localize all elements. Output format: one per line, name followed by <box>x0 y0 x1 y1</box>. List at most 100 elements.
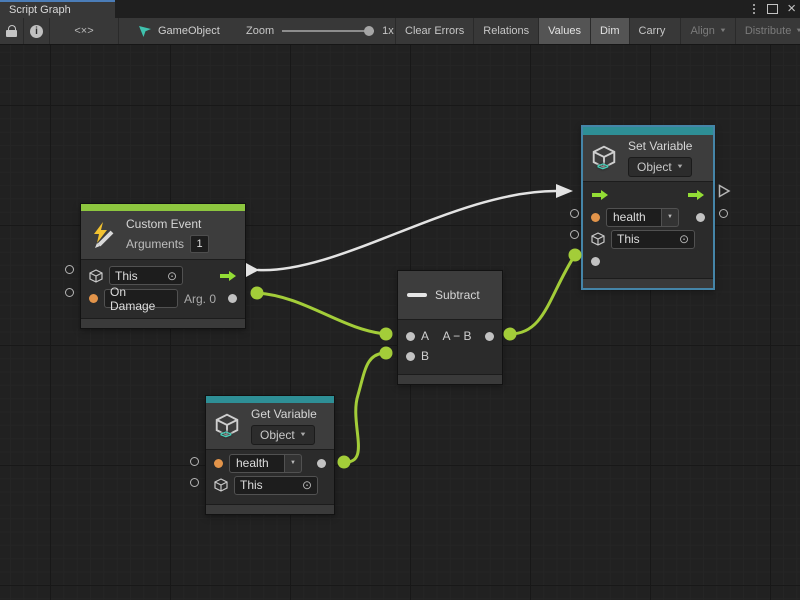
node-accent-bar <box>583 127 713 135</box>
wire-endpoint[interactable] <box>569 249 582 262</box>
wire-arg0-subtract-a[interactable] <box>257 293 386 334</box>
node-title: Subtract <box>435 288 480 303</box>
node-footer <box>398 374 502 384</box>
port-ring[interactable] <box>65 288 74 297</box>
info-button[interactable]: i <box>24 18 50 44</box>
node-subtract[interactable]: Subtract A A − B B <box>397 270 503 385</box>
output-port[interactable] <box>485 332 494 341</box>
target-field[interactable]: This ⊙ <box>109 266 183 285</box>
port-ring[interactable] <box>570 230 579 239</box>
wire-subtract-setvariable[interactable] <box>510 255 575 334</box>
value-output-port[interactable] <box>696 213 705 222</box>
variable-icon: <> <box>592 145 620 171</box>
chevron-down-icon: ▼ <box>299 432 307 438</box>
arguments-label: Arguments <box>126 237 184 251</box>
port-ring[interactable] <box>719 209 728 218</box>
graph-icon <box>138 25 152 38</box>
variable-name-port[interactable] <box>591 213 600 222</box>
object-picker-icon[interactable]: ⊙ <box>302 478 312 492</box>
variable-name-port[interactable] <box>214 459 223 468</box>
tab-bar: Script Graph × <box>0 0 800 18</box>
variable-name-select[interactable]: health ▼ <box>606 208 679 227</box>
wire-arrowhead <box>556 184 573 198</box>
wire-start-triangle[interactable] <box>246 263 259 277</box>
variable-name-select[interactable]: health ▼ <box>229 454 302 473</box>
zoom-control: Zoom 1x <box>246 18 394 44</box>
port-ring[interactable] <box>190 478 199 487</box>
object-picker-icon[interactable]: ⊙ <box>167 269 177 283</box>
node-custom-event[interactable]: Custom Event Arguments 1 This ⊙ <box>80 203 246 329</box>
variable-scope-dropdown[interactable]: Object ▼ <box>628 157 692 177</box>
dim-toggle[interactable]: Dim <box>590 18 629 44</box>
subtract-icon <box>407 293 427 297</box>
event-port[interactable] <box>89 294 98 303</box>
relations-button[interactable]: Relations <box>473 18 538 44</box>
value-input-port[interactable] <box>591 257 600 266</box>
toolbar-left-group: i <×> <box>0 18 119 44</box>
node-header[interactable]: <> Get Variable Object ▼ <box>206 403 334 449</box>
input-a-port[interactable] <box>406 332 415 341</box>
distribute-dropdown[interactable]: Distribute ▼ <box>735 18 800 44</box>
gameobject-cube-icon <box>89 269 103 283</box>
control-port-triangle[interactable] <box>718 184 731 198</box>
chevron-down-icon: ▼ <box>719 28 727 34</box>
values-toggle[interactable]: Values <box>538 18 590 44</box>
variable-icon: <> <box>215 413 243 439</box>
graph-canvas[interactable]: Custom Event Arguments 1 This ⊙ <box>0 45 800 600</box>
wire-endpoint[interactable] <box>380 347 393 360</box>
node-get-variable[interactable]: <> Get Variable Object ▼ health ▼ <box>205 395 335 515</box>
window-close-icon[interactable]: × <box>787 4 796 14</box>
port-ring[interactable] <box>570 209 579 218</box>
wire-endpoint[interactable] <box>338 456 351 469</box>
node-header[interactable]: <> Set Variable Object ▼ <box>583 135 713 181</box>
node-set-variable[interactable]: <> Set Variable Object ▼ <box>581 125 715 290</box>
wire-endpoint[interactable] <box>504 328 517 341</box>
zoom-slider[interactable] <box>282 25 374 37</box>
node-header[interactable]: Custom Event Arguments 1 <box>81 211 245 259</box>
wire-endpoint[interactable] <box>380 328 393 341</box>
graph-toolbar: i <×> GameObject Zoom 1x Clear Errors Re… <box>0 18 800 45</box>
window-menu-icon[interactable] <box>750 4 758 14</box>
control-output-arrow[interactable] <box>219 270 237 282</box>
value-output-port[interactable] <box>317 459 326 468</box>
graph-owner[interactable]: GameObject <box>138 18 220 44</box>
port-ring[interactable] <box>190 457 199 466</box>
node-accent-bar <box>206 396 334 403</box>
port-ring[interactable] <box>65 265 74 274</box>
wire-endpoint[interactable] <box>251 287 264 300</box>
wire-getvariable-subtract-b[interactable] <box>344 353 386 462</box>
tab-script-graph[interactable]: Script Graph <box>0 0 115 18</box>
input-b-port[interactable] <box>406 352 415 361</box>
arguments-input[interactable]: 1 <box>190 235 209 253</box>
node-accent-bar <box>81 204 245 211</box>
clear-errors-button[interactable]: Clear Errors <box>395 18 473 44</box>
variable-scope-dropdown[interactable]: Object ▼ <box>251 425 315 445</box>
zoom-slider-thumb[interactable] <box>364 26 374 36</box>
align-dropdown[interactable]: Align ▼ <box>680 18 734 44</box>
lock-button[interactable] <box>0 18 24 44</box>
event-name-field[interactable]: On Damage <box>104 289 178 308</box>
edit-graph-button[interactable]: <×> <box>50 18 119 44</box>
node-title: Custom Event <box>126 217 209 232</box>
control-input-arrow[interactable] <box>591 189 609 201</box>
graph-owner-label: GameObject <box>158 25 220 37</box>
zoom-label: Zoom <box>246 25 274 37</box>
custom-event-icon <box>90 221 118 249</box>
wire-control-customevent-setvariable[interactable] <box>258 191 556 270</box>
chevron-down-icon[interactable]: ▼ <box>285 454 302 473</box>
chevron-down-icon[interactable]: ▼ <box>662 208 679 227</box>
node-title: Set Variable <box>628 139 692 154</box>
code-icon: <×> <box>74 25 93 37</box>
target-field[interactable]: This ⊙ <box>611 230 695 249</box>
node-footer <box>206 504 334 514</box>
input-a-label: A <box>421 329 429 343</box>
object-picker-icon[interactable]: ⊙ <box>679 232 689 246</box>
node-header[interactable]: Subtract <box>398 271 502 319</box>
carry-button[interactable]: Carry <box>629 18 675 44</box>
arg0-output-port[interactable] <box>228 294 237 303</box>
node-footer <box>81 318 245 328</box>
zoom-value: 1x <box>382 25 394 37</box>
target-field[interactable]: This ⊙ <box>234 476 318 495</box>
control-output-arrow[interactable] <box>687 189 705 201</box>
window-maximize-icon[interactable] <box>767 4 778 14</box>
